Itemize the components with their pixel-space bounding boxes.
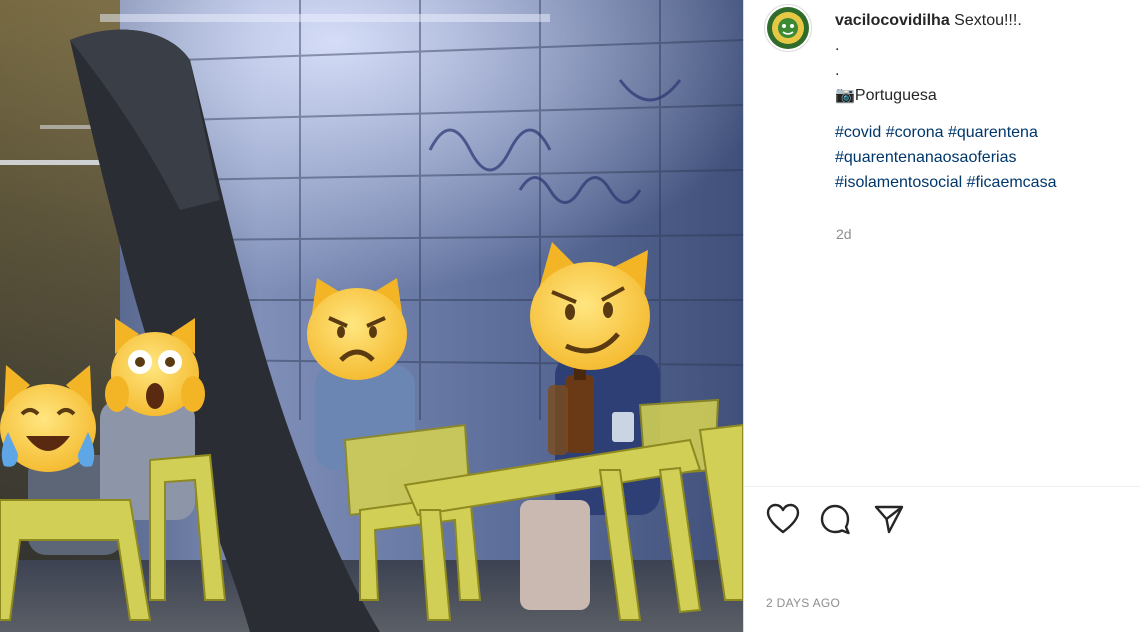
post-caption: vacilocovidilha Sextou!!!. . . 📷Portugue… bbox=[835, 8, 1125, 195]
hashtag-link[interactable]: #isolamentosocial bbox=[835, 174, 962, 191]
caption-dot-line: . bbox=[835, 62, 840, 79]
paper-plane-icon bbox=[873, 503, 905, 540]
profile-avatar-icon[interactable] bbox=[764, 4, 812, 52]
share-button[interactable] bbox=[870, 502, 908, 540]
caption-text: Sextou!!!. bbox=[954, 12, 1022, 29]
caption-relative-time[interactable]: 2d bbox=[836, 226, 852, 242]
hashtag-link[interactable]: #corona bbox=[886, 124, 944, 141]
post-photo[interactable] bbox=[0, 0, 743, 632]
comment-button[interactable] bbox=[816, 502, 854, 540]
hashtag-link[interactable]: #quarentenanaosaoferias bbox=[835, 149, 1016, 166]
actions-divider bbox=[744, 486, 1140, 487]
comment-bubble-icon bbox=[819, 503, 851, 540]
caption-dot-line: . bbox=[835, 37, 840, 54]
hashtag-link[interactable]: #ficaemcasa bbox=[967, 174, 1057, 191]
heart-icon bbox=[766, 503, 800, 540]
post-date-label[interactable]: 2 DAYS AGO bbox=[766, 596, 840, 610]
like-button[interactable] bbox=[764, 502, 802, 540]
post-side-panel: vacilocovidilha Sextou!!!. . . 📷Portugue… bbox=[744, 0, 1140, 632]
camera-icon: 📷 bbox=[835, 87, 855, 104]
location-text: Portuguesa bbox=[854, 87, 937, 104]
username-link[interactable]: vacilocovidilha bbox=[835, 12, 950, 29]
hashtag-link[interactable]: #quarentena bbox=[948, 124, 1038, 141]
hashtag-link[interactable]: #covid bbox=[835, 124, 881, 141]
